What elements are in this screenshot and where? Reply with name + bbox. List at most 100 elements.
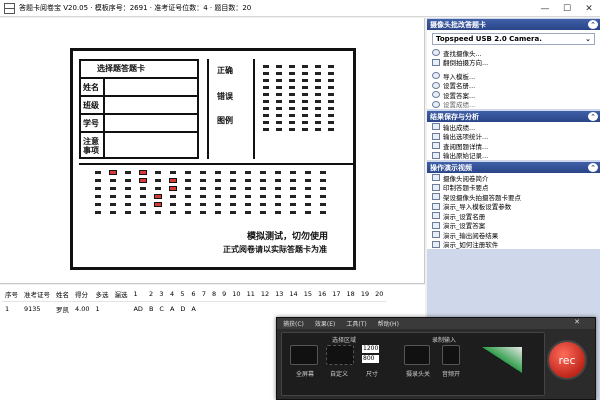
microphone-button[interactable]: [442, 345, 460, 365]
table-header-cell[interactable]: 19: [357, 287, 373, 302]
menu-tools[interactable]: 工具(T): [346, 319, 366, 328]
find-camera-link[interactable]: 查找摄像头...: [427, 48, 600, 58]
table-header-cell[interactable]: 得分: [72, 287, 93, 302]
answer-bubble: [155, 211, 161, 214]
answer-bubble: [200, 195, 206, 198]
answer-bubble: [263, 100, 269, 103]
answer-bubble: [289, 114, 295, 117]
menu-capture[interactable]: 捕获(C): [283, 319, 304, 328]
table-header-cell[interactable]: 3: [156, 287, 167, 302]
answer-bubble: [260, 211, 266, 214]
close-button[interactable]: ✕: [578, 0, 600, 17]
camera-toggle-button[interactable]: [404, 345, 430, 365]
answer-bubble: [155, 187, 161, 190]
table-cell: 9135: [24, 305, 41, 313]
table-header-cell[interactable]: 16: [314, 287, 330, 302]
answer-bubble: [263, 114, 269, 117]
table-header-cell[interactable]: 20: [372, 287, 387, 302]
table-header-cell[interactable]: 多选: [92, 287, 112, 302]
demo-item[interactable]: 架设摄像头拍摄答题卡要点: [427, 192, 600, 202]
sheet-label-notes: 注意 事项: [83, 137, 99, 155]
set-scores-link[interactable]: 设置成绩...: [427, 100, 600, 109]
width-input[interactable]: 1200: [362, 345, 379, 353]
volume-meter[interactable]: [482, 347, 522, 373]
answer-sheet-view[interactable]: 选择题答题卡 姓名 班级 学号 注意 事项 正确 错误 图例 模拟测试，切勿使用…: [0, 18, 425, 284]
save-section-header[interactable]: 结果保存与分析 ⌃: [427, 111, 600, 122]
demo-section-header[interactable]: 操作演示视频 ⌃: [427, 162, 600, 173]
camera-select[interactable]: Topspeed USB 2.0 Camera. ⌄: [432, 33, 595, 45]
demo-item[interactable]: 演示_设置答案: [427, 221, 600, 230]
demo-section: 操作演示视频 ⌃ 摄像头阅卷简介 印制答题卡要点 架设摄像头拍摄答题卡要点 演示…: [427, 162, 600, 249]
answer-bubble: [302, 65, 308, 68]
height-input[interactable]: 800: [362, 355, 379, 363]
raw-icon: [432, 151, 440, 159]
record-button[interactable]: rec: [547, 340, 587, 380]
demo-item[interactable]: 印制答题卡要点: [427, 183, 600, 192]
table-header-cell[interactable]: 10: [229, 287, 244, 302]
answer-bubble: [230, 187, 236, 190]
export-raw-link[interactable]: 输出原始记录...: [427, 151, 600, 160]
demo-item[interactable]: 演示_输出阅卷结果: [427, 230, 600, 240]
table-header-cell[interactable]: 6: [188, 287, 199, 302]
answer-bubble: [315, 72, 321, 75]
custom-area-button[interactable]: [326, 345, 354, 365]
minimize-button[interactable]: —: [534, 0, 556, 17]
answer-bubble: [276, 86, 282, 89]
table-header-cell[interactable]: 5: [177, 287, 189, 302]
table-header-cell[interactable]: 15: [300, 287, 315, 302]
table-header-cell[interactable]: 4: [166, 287, 178, 302]
answer-bubble: [320, 187, 326, 190]
demo-item[interactable]: 摄像头阅卷简介: [427, 173, 600, 183]
answer-bubble: [276, 93, 282, 96]
answer-bubble: [200, 171, 206, 174]
set-answers-link[interactable]: 设置答案...: [427, 90, 600, 100]
menu-help[interactable]: 帮助(H): [378, 319, 399, 328]
flip-direction-link[interactable]: 翻倒拍摄方向...: [427, 58, 600, 67]
table-header-cell[interactable]: 姓名: [53, 287, 72, 302]
table-header-cell[interactable]: 17: [329, 287, 344, 302]
answer-bubble: [302, 86, 308, 89]
table-cell: [358, 302, 372, 317]
table-header-cell[interactable]: 1: [130, 287, 146, 302]
table-header-cell[interactable]: 9: [219, 287, 230, 302]
table-header-cell[interactable]: 漏选: [111, 287, 131, 302]
table-header-cell[interactable]: 准考证号: [21, 287, 53, 302]
answer-bubble: [140, 203, 146, 206]
set-roster-link[interactable]: 设置名册...: [427, 81, 600, 90]
demo-item[interactable]: 演示_导入模板设置参数: [427, 202, 600, 211]
fullscreen-button[interactable]: [290, 345, 318, 365]
answer-bubble: [263, 107, 269, 110]
answer-bubble: [230, 195, 236, 198]
answer-bubble: [230, 179, 236, 182]
collapse-icon[interactable]: ⌃: [588, 163, 598, 172]
camera-section-header[interactable]: 摄像头批改答题卡 ⌃: [427, 19, 600, 30]
table-row[interactable]: 1 9135 罗凯 4.00 1 AD B C A D A: [2, 302, 386, 317]
table-header-cell[interactable]: 2: [145, 287, 157, 302]
view-details-link[interactable]: 查阅图题详情...: [427, 141, 600, 151]
table-header-cell[interactable]: 序号: [2, 287, 21, 302]
answer-bubble: [245, 211, 251, 214]
demo-item[interactable]: 演示_如何注册软件: [427, 240, 600, 249]
menu-effects[interactable]: 效果(E): [315, 319, 335, 328]
export-scores-link[interactable]: 输出成绩...: [427, 122, 600, 132]
table-header-cell[interactable]: 12: [257, 287, 273, 302]
table-header-cell[interactable]: 7: [198, 287, 210, 302]
scores-icon: [432, 100, 440, 108]
table-cell: 1: [95, 305, 100, 313]
table-header-cell[interactable]: 11: [243, 287, 258, 302]
table-header-cell[interactable]: 13: [272, 287, 287, 302]
answer-bubble: [302, 72, 308, 75]
import-template-link[interactable]: 导入模板...: [427, 71, 600, 81]
table-header-cell[interactable]: 14: [286, 287, 301, 302]
table-header-cell[interactable]: 18: [343, 287, 358, 302]
table-cell: [199, 302, 209, 317]
demo-item[interactable]: 演示_设置名册: [427, 211, 600, 221]
table-header-cell[interactable]: 8: [209, 287, 220, 302]
recorder-close-button[interactable]: ✕: [574, 318, 580, 326]
collapse-icon[interactable]: ⌃: [588, 112, 598, 121]
maximize-button[interactable]: ☐: [556, 0, 578, 17]
answer-bubble: [125, 203, 131, 206]
export-stats-link[interactable]: 输出选项统计...: [427, 132, 600, 141]
answer-bubble: [263, 121, 269, 124]
collapse-icon[interactable]: ⌃: [588, 20, 598, 29]
